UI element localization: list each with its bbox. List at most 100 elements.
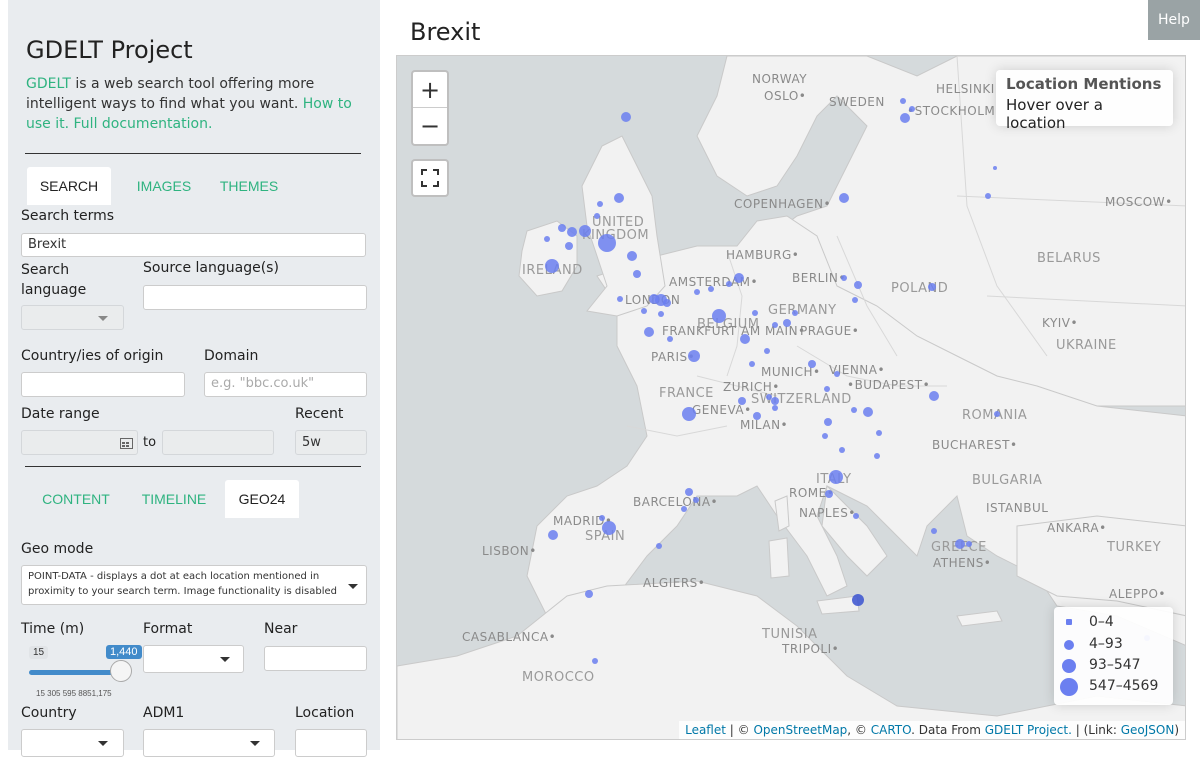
country-select[interactable]	[21, 729, 124, 757]
date-to-input[interactable]	[162, 430, 274, 455]
location-dot	[852, 297, 858, 303]
location-dot	[834, 371, 840, 377]
location-dot	[688, 350, 700, 362]
search-language-select[interactable]	[21, 305, 124, 330]
legend-item: 4–93	[1054, 635, 1173, 656]
location-dot	[752, 310, 758, 316]
location-dot	[614, 193, 624, 203]
location-dot	[772, 405, 778, 411]
tab-themes[interactable]: THEMES	[204, 167, 294, 205]
svg-text:BELARUS: BELARUS	[1037, 251, 1101, 266]
location-dot	[929, 391, 939, 401]
svg-text:•BUDAPEST•: •BUDAPEST•	[847, 378, 930, 392]
recent-input[interactable]: 5w	[295, 430, 367, 455]
svg-text:KYIV•: KYIV•	[1042, 316, 1078, 330]
chevron-down-icon	[98, 741, 108, 746]
location-dot	[712, 309, 726, 323]
carto-link[interactable]: CARTO	[871, 723, 911, 737]
fullscreen-icon	[421, 169, 439, 187]
docs-link[interactable]: Full documentation.	[74, 116, 213, 132]
tab-search[interactable]: SEARCH	[27, 167, 111, 205]
domain-label: Domain	[204, 348, 259, 364]
location-dot	[900, 113, 910, 123]
tab-timeline[interactable]: TIMELINE	[129, 480, 219, 518]
search-terms-input[interactable]: Brexit	[21, 233, 366, 257]
location-dot	[627, 251, 637, 261]
location-dot	[621, 112, 631, 122]
location-dot	[602, 521, 616, 535]
location-dot	[792, 310, 798, 316]
location-dot	[852, 594, 864, 606]
svg-text:ANKARA•: ANKARA•	[1047, 521, 1107, 535]
sidebar: GDELT Project GDELT is a web search tool…	[8, 0, 380, 757]
domain-input[interactable]: e.g. "bbc.co.uk"	[204, 372, 367, 397]
location-dot	[545, 259, 559, 273]
map[interactable]: NORWAY OSLO• SWEDEN HELSINKI •STOCKHOLM …	[396, 55, 1186, 740]
location-dot	[994, 411, 1000, 417]
location-label: Location	[295, 705, 355, 721]
location-dot	[649, 294, 659, 304]
location-dot	[909, 106, 915, 112]
svg-text:MOROCCO: MOROCCO	[522, 670, 595, 685]
svg-text:MILAN•: MILAN•	[740, 418, 788, 432]
date-to-label: to	[143, 435, 157, 450]
svg-text:SWEDEN: SWEDEN	[829, 95, 885, 109]
location-dot	[772, 322, 778, 328]
location-dot	[825, 490, 833, 498]
country-label: Country	[21, 705, 77, 721]
zoom-out-button[interactable]: −	[413, 108, 447, 144]
format-select[interactable]	[143, 645, 244, 673]
svg-text:TRIPOLI•: TRIPOLI•	[781, 642, 839, 656]
gdelt-project-link[interactable]: GDELT Project.	[985, 723, 1072, 737]
svg-text:FRANKFURT AM MAIN•: FRANKFURT AM MAIN•	[662, 324, 806, 338]
fullscreen-button[interactable]	[411, 159, 449, 197]
location-dot	[644, 327, 654, 337]
tab-content[interactable]: CONTENT	[29, 480, 123, 518]
source-language-input[interactable]	[143, 285, 367, 310]
calendar-icon	[120, 438, 133, 449]
leaflet-link[interactable]: Leaflet	[685, 723, 726, 737]
help-button[interactable]: Help	[1148, 0, 1200, 40]
svg-text:ALEPPO•: ALEPPO•	[1109, 587, 1166, 601]
location-dot	[633, 270, 641, 278]
country-origin-input[interactable]	[21, 372, 185, 397]
osm-link[interactable]: OpenStreetMap	[753, 723, 847, 737]
location-dot	[738, 397, 746, 405]
tab-images[interactable]: IMAGES	[117, 167, 211, 205]
location-dot	[544, 236, 550, 242]
location-dot	[726, 281, 732, 287]
location-dot	[685, 488, 693, 496]
geo-mode-label: Geo mode	[21, 541, 94, 557]
chevron-down-icon	[250, 741, 260, 746]
location-dot	[641, 308, 647, 314]
location-dot	[598, 234, 616, 252]
legend-dot	[1060, 678, 1078, 696]
source-language-label: Source language(s)	[143, 260, 279, 276]
adm1-select[interactable]	[143, 729, 275, 757]
location-dot	[824, 418, 832, 426]
gdelt-link[interactable]: GDELT	[26, 76, 71, 92]
svg-text:UKRAINE: UKRAINE	[1056, 338, 1117, 353]
svg-text:MOSCOW•: MOSCOW•	[1105, 195, 1173, 209]
tab-geo24[interactable]: GEO24	[225, 480, 299, 518]
geo-mode-value: POINT-DATA - displays a dot at each loca…	[28, 571, 337, 597]
date-from-input[interactable]	[21, 430, 138, 455]
svg-text:BARCELONA•: BARCELONA•	[633, 495, 718, 509]
legend-label: 547–4569	[1089, 678, 1159, 694]
near-input[interactable]	[264, 646, 367, 671]
geo-mode-select[interactable]: POINT-DATA - displays a dot at each loca…	[21, 565, 367, 605]
location-dot	[558, 224, 566, 232]
geojson-link[interactable]: GeoJSON	[1121, 723, 1175, 737]
location-input[interactable]	[295, 729, 367, 757]
zoom-in-button[interactable]: +	[413, 72, 447, 108]
svg-text:•STOCKHOLM: •STOCKHOLM	[907, 104, 995, 118]
location-dot	[853, 513, 859, 519]
country-origin-label: Country/ies of origin	[21, 348, 164, 364]
svg-text:HAMBURG•: HAMBURG•	[726, 248, 799, 262]
legend-dot	[1066, 619, 1072, 625]
legend-dot	[1064, 640, 1074, 650]
time-slider-handle[interactable]	[110, 660, 132, 682]
svg-text:COPENHAGEN•: COPENHAGEN•	[734, 197, 831, 211]
svg-text:SWITZERLAND: SWITZERLAND	[751, 392, 852, 407]
location-dot	[771, 397, 779, 405]
